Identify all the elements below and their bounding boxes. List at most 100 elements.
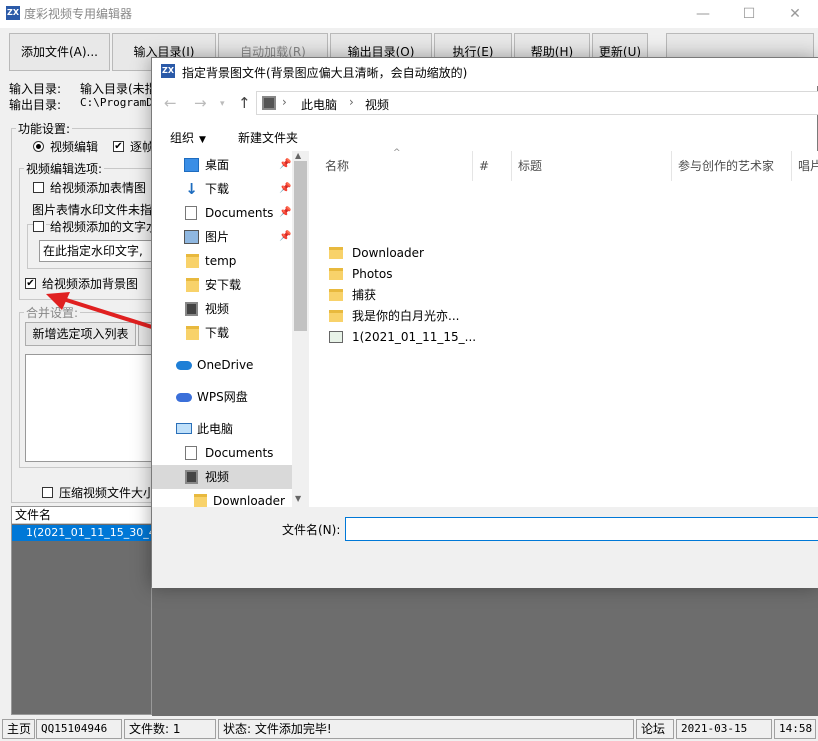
nav-item-downloads[interactable]: ↓ 下载 📌 [152, 177, 292, 201]
folder-icon [329, 247, 343, 259]
nav-item-pc-documents[interactable]: Documents [152, 441, 292, 465]
scroll-down-icon[interactable]: ▼ [295, 494, 301, 503]
folder-icon [186, 254, 199, 268]
text-watermark-label: 给视频添加的文字水 [50, 218, 159, 235]
file-item-label: 我是你的白月光亦... [352, 309, 460, 323]
folder-icon [329, 310, 343, 322]
recent-chevron-icon[interactable]: ▾ [220, 99, 225, 109]
navigation-pane[interactable]: 桌面 📌 ↓ 下载 📌 Documents 📌 图片 📌 temp 安下载 视频 下载 O… [152, 151, 309, 508]
nav-item-label: temp [205, 254, 237, 268]
add-emoji-label: 给视频添加表情图 [50, 181, 147, 195]
folder-icon [186, 326, 199, 340]
command-bar: 组织 ▼ 新建文件夹 [152, 121, 818, 151]
output-dir-label: 输出目录: [9, 98, 62, 112]
nav-item-videos[interactable]: 视频 [152, 297, 292, 321]
pin-icon: 📌 [279, 207, 292, 218]
column-artist[interactable]: 参与创作的艺术家 [672, 151, 792, 181]
chevron-down-icon: ▼ [199, 135, 206, 145]
breadcrumb-videos[interactable]: 视频 [365, 96, 389, 113]
close-button[interactable]: ✕ [772, 0, 818, 28]
nav-item-pc-videos[interactable]: 视频 [152, 465, 292, 489]
input-dir-value: 输入目录(未指 [80, 82, 157, 96]
merge-list[interactable] [25, 354, 152, 462]
nav-item-label: 视频 [205, 302, 230, 316]
nav-item-label: 此电脑 [197, 422, 234, 436]
column-album[interactable]: 唱片 [792, 151, 818, 181]
nav-item-documents[interactable]: Documents 📌 [152, 201, 292, 225]
file-item-label: 1(2021_01_11_15_... [352, 330, 477, 344]
file-item-label: 捕获 [352, 288, 377, 302]
nav-item-label: 视频 [205, 470, 230, 484]
dialog-title: 指定背景图文件(背景图应偏大且清晰，会自动缩放的) [182, 66, 468, 80]
video-icon [185, 470, 198, 484]
main-gray-area [152, 586, 818, 716]
function-settings-label: 功能设置: [16, 120, 73, 137]
video-icon [185, 302, 198, 316]
add-emoji-checkbox[interactable] [33, 180, 44, 194]
document-icon [185, 446, 197, 460]
filename-input[interactable] [345, 517, 818, 541]
file-list[interactable]: 文件名 1(2021_01_11_15_30_48 [11, 506, 152, 715]
video-folder-icon [262, 96, 276, 110]
app-title: 度彩视频专用编辑器 [24, 7, 133, 21]
dialog-titlebar: ZX 指定背景图文件(背景图应偏大且清晰，会自动缩放的) [152, 58, 818, 86]
status-forum[interactable]: 论坛 [636, 719, 674, 739]
minimize-button[interactable]: — [680, 0, 726, 28]
address-row: ← → ▾ ↑ › 此电脑 › 视频 [152, 88, 818, 118]
pin-icon: 📌 [279, 159, 292, 170]
nav-item-temp[interactable]: temp [152, 249, 292, 273]
file-list-row[interactable]: 1(2021_01_11_15_30_48 [12, 525, 152, 541]
nav-item-this-pc[interactable]: 此电脑 [152, 417, 292, 441]
nav-scroll-thumb[interactable] [294, 161, 307, 331]
file-content-pane[interactable]: 名称 ^ # 标题 参与创作的艺术家 唱片 Downloader Photos … [309, 148, 818, 507]
frame-checkbox[interactable]: ✔ [113, 139, 124, 153]
nav-item-pictures[interactable]: 图片 📌 [152, 225, 292, 249]
new-folder-button[interactable]: 新建文件夹 [238, 129, 298, 146]
column-title[interactable]: 标题 [512, 151, 672, 181]
nav-item-desktop[interactable]: 桌面 📌 [152, 153, 292, 177]
breadcrumb-sep-icon: › [282, 95, 287, 109]
up-arrow-icon[interactable]: ↑ [238, 94, 251, 112]
nav-item-onedrive[interactable]: OneDrive [152, 353, 292, 377]
app-icon: ZX [6, 6, 20, 20]
picture-icon [184, 230, 199, 244]
nav-item-label: Documents [205, 206, 274, 220]
pin-icon: 📌 [279, 183, 292, 194]
nav-scrollbar[interactable]: ▲ ▼ [292, 151, 309, 507]
main-titlebar: ZX 度彩视频专用编辑器 — ☐ ✕ [0, 0, 818, 28]
file-list-header[interactable]: 文件名 [12, 507, 152, 524]
watermark-note: 图片表情水印文件未指 [32, 203, 153, 217]
text-watermark-checkbox[interactable] [33, 219, 46, 233]
status-home[interactable]: 主页 [2, 719, 35, 739]
video-edit-radio[interactable] [33, 139, 44, 153]
column-number[interactable]: # [473, 151, 512, 181]
forward-arrow-icon[interactable]: → [194, 94, 207, 112]
desktop-icon [184, 158, 199, 172]
nav-item-label: 下载 [205, 182, 230, 196]
back-arrow-icon[interactable]: ← [164, 94, 177, 112]
status-bar: 主页 QQ15104946 文件数: 1 状态: 文件添加完毕! 论坛 2021… [0, 716, 818, 741]
nav-item-xiazai[interactable]: 下载 [152, 321, 292, 345]
nav-item-wps[interactable]: WPS网盘 [152, 385, 292, 409]
document-icon [185, 206, 197, 220]
nav-item-label: 下载 [205, 326, 230, 340]
compress-checkbox[interactable] [42, 485, 53, 499]
maximize-button[interactable]: ☐ [726, 0, 772, 28]
watermark-text-input[interactable]: 在此指定水印文字, [39, 240, 152, 262]
folder-icon [329, 268, 343, 280]
breadcrumb-this-pc[interactable]: 此电脑 [301, 96, 337, 113]
pin-icon: 📌 [279, 231, 292, 242]
add-file-button[interactable]: 添加文件(A)... [9, 33, 110, 71]
compress-checkbox-label: 压缩视频文件大小 [59, 486, 156, 500]
organize-button[interactable]: 组织 ▼ [170, 129, 206, 146]
address-bar[interactable]: › 此电脑 › 视频 [256, 91, 818, 115]
computer-icon [176, 423, 192, 434]
nav-item-anxiazai[interactable]: 安下载 [152, 273, 292, 297]
status-file-count: 文件数: 1 [124, 719, 216, 739]
video-file-icon [329, 331, 343, 343]
folder-icon [186, 278, 199, 292]
background-checkbox[interactable]: ✔ [25, 276, 36, 290]
scroll-up-icon[interactable]: ▲ [295, 151, 301, 160]
filename-row: 文件名(N): [152, 507, 818, 588]
status-message: 状态: 文件添加完毕! [218, 719, 634, 739]
